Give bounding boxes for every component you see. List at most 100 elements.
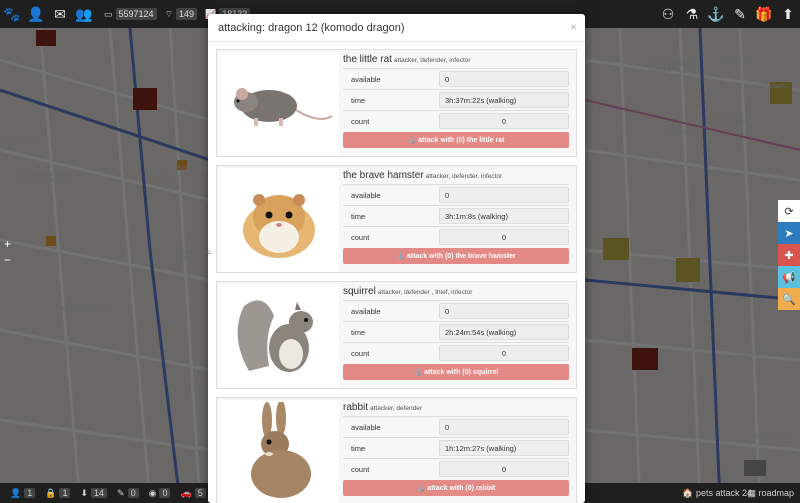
car-icon: 🚗 (180, 487, 192, 498)
count-row: count 0 (343, 226, 569, 247)
map-label: XPO Logistics (752, 435, 790, 441)
stat-6: 🚗 5 (180, 487, 206, 499)
pet-info: squirrel attacker, defender , thief, infe… (343, 286, 569, 380)
count-input[interactable]: 0 (439, 461, 569, 477)
count-input[interactable]: 0 (439, 345, 569, 361)
pet-card: the brave hamster attacker, defender, inf… (216, 165, 577, 273)
brand-link[interactable]: 🏠 pets attack 24 (682, 488, 752, 499)
time-row: time 3h:37m:22s (walking) (343, 89, 569, 110)
pet-name: the little rat attacker, defender, infect… (343, 54, 471, 65)
user-icon[interactable]: 👤 (24, 0, 48, 28)
dropper-icon: ✎ (117, 487, 125, 498)
pet-name: squirrel attacker, defender , thief, infe… (343, 286, 473, 297)
squirrel-image (219, 284, 339, 388)
location-icon[interactable]: ➤ (778, 222, 800, 244)
eye-icon: ◉ (148, 487, 157, 498)
map-label: Price Dedicat (0, 138, 36, 144)
pet-card: rabbit attacker, defender available 0 time… (216, 397, 577, 503)
refresh-icon[interactable]: ⟳ (778, 200, 800, 222)
pet-card-list: the little rat attacker, defender, infect… (208, 42, 585, 503)
attack-button[interactable]: ⚓ attack with (0) squirrel (343, 364, 569, 380)
zoom-out-button[interactable]: − (4, 252, 11, 268)
lock-icon: 🔒 (45, 487, 57, 498)
binoculars-icon[interactable]: ⚇ (656, 0, 680, 28)
hearts-stat: ⌔ 149 (165, 8, 198, 20)
map-label: Ryman Arts (176, 166, 208, 172)
time-row: time 2h:24m:54s (walking) (343, 321, 569, 342)
available-field: 0 (439, 187, 569, 203)
side-buttons: ⟳ ➤ ✚ 📢 🔍 (778, 200, 800, 310)
money-icon: ▭ (104, 8, 113, 19)
map-label: Guess Outlet Store (737, 352, 789, 358)
count-input[interactable]: 0 (439, 229, 569, 245)
time-field: 1h:12m:27s (walking) (439, 440, 569, 456)
available-field: 0 (439, 303, 569, 319)
pet-card: squirrel attacker, defender , thief, infe… (216, 281, 577, 389)
modal-title: attacking: dragon 12 (komodo dragon) (218, 21, 405, 34)
available-field: 0 (439, 419, 569, 435)
group-icon[interactable]: 👥 (72, 0, 96, 28)
anchor-icon: ⚓ (416, 485, 428, 492)
map-label: Jerry's Wholesale Candy & Toy (648, 62, 696, 74)
roadmap-link[interactable]: ▦ roadmap (747, 488, 794, 499)
attack-button[interactable]: ⚓ attack with (0) the little rat (343, 132, 569, 148)
stat-2: 🔒 1 (45, 487, 71, 499)
megaphone-icon[interactable]: 📢 (778, 266, 800, 288)
count-row: count 0 (343, 342, 569, 363)
pet-card: the little rat attacker, defender, infect… (216, 49, 577, 157)
eyedropper-icon[interactable]: ✎ (728, 0, 752, 28)
search-icon[interactable]: 🔍 (778, 288, 800, 310)
available-row: available 0 (343, 184, 569, 205)
add-icon[interactable]: ✚ (778, 244, 800, 266)
anchor-icon: ⚓ (407, 137, 419, 144)
attack-modal: attacking: dragon 12 (komodo dragon) × t… (208, 14, 585, 503)
zoom-in-button[interactable]: + (4, 236, 11, 252)
map-label: Burger King (664, 130, 696, 136)
map-label: The BEEF (145, 176, 173, 182)
stat-3: ⬇ 14 (80, 487, 108, 499)
user-icon: 👤 (10, 487, 22, 498)
wifi-icon: ⌔ (164, 8, 174, 19)
upload-icon[interactable]: ⬆ (776, 0, 800, 28)
map-label: McDonald's (756, 84, 788, 90)
pet-tags: attacker, defender, infector (425, 173, 503, 180)
time-row: time 3h:1m:8s (walking) (343, 205, 569, 226)
map-label: Los Angeles Trade Technical College (20, 172, 70, 184)
pet-tags: attacker, defender, infector (393, 57, 471, 64)
stat-4: ✎ 0 (117, 488, 139, 499)
close-icon[interactable]: × (570, 20, 577, 34)
pet-tags: attacker, defender (370, 405, 423, 412)
pet-info: rabbit attacker, defender available 0 time… (343, 402, 569, 496)
time-row: time 1h:12m:27s (walking) (343, 437, 569, 458)
paw-icon[interactable]: 🐾 (0, 0, 24, 28)
map-label: LA Wholesale Bargain Center (705, 114, 746, 126)
mail-icon[interactable]: ✉ (48, 0, 72, 28)
anchor-icon: ⚓ (413, 369, 425, 376)
hamster-image (219, 168, 339, 272)
anchor-icon[interactable]: ⚓ (704, 0, 728, 28)
time-field: 3h:1m:8s (walking) (439, 208, 569, 224)
map-label: Starbucks (722, 58, 749, 64)
available-row: available 0 (343, 68, 569, 89)
count-row: count 0 (343, 458, 569, 479)
flask-icon[interactable]: ⚗ (680, 0, 704, 28)
rabbit-image (219, 400, 339, 503)
count-input[interactable]: 0 (439, 113, 569, 129)
pet-tags: attacker, defender , thief, infector (377, 289, 473, 296)
pet-info: the little rat attacker, defender, infect… (343, 54, 569, 148)
gift-icon[interactable]: 🎁 (752, 0, 776, 28)
available-field: 0 (439, 71, 569, 87)
modal-header: attacking: dragon 12 (komodo dragon) × (208, 14, 585, 42)
time-field: 3h:37m:22s (walking) (439, 92, 569, 108)
zoom-controls: + − (4, 236, 11, 268)
pet-name: rabbit attacker, defender (343, 402, 423, 413)
download-icon: ⬇ (80, 487, 89, 498)
anchor-icon: ⚓ (396, 253, 407, 260)
attack-button[interactable]: ⚓ attack with (0) the brave hamster (343, 248, 569, 264)
coins-stat: ▭ 5597124 (104, 8, 157, 20)
pet-info: the brave hamster attacker, defender, inf… (343, 170, 569, 264)
coins-value: 5597124 (115, 8, 157, 20)
stat-1: 👤 1 (10, 487, 36, 499)
attack-button[interactable]: ⚓ attack with (0) rabbit (343, 480, 569, 496)
pet-name: the brave hamster attacker, defender, inf… (343, 170, 503, 181)
